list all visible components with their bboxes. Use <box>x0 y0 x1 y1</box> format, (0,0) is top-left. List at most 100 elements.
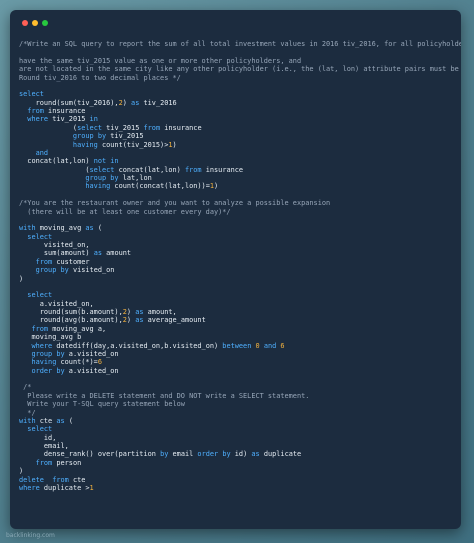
code-text: concat(lat,lon) <box>114 165 185 174</box>
code-line: /*You are the restaurant owner and you w… <box>19 199 455 207</box>
code-text: amount, <box>143 308 177 316</box>
code-keyword: from <box>143 123 161 132</box>
code-line: order by a.visited_on <box>19 367 455 375</box>
code-line: /* <box>19 383 455 391</box>
code-line: sum(amount) as amount <box>19 249 455 257</box>
code-text: ( <box>93 224 103 233</box>
code-text: customer <box>52 257 90 266</box>
code-number: 6 <box>97 358 102 367</box>
code-line: where duplicate >1 <box>19 484 455 492</box>
code-line: round(avg(b.amount),2) as average_amount <box>19 316 455 324</box>
code-text: insurance <box>160 123 202 132</box>
code-keyword: as <box>135 316 144 325</box>
code-keyword: from <box>19 107 44 115</box>
code-keyword: having <box>19 140 98 149</box>
code-line: (select tiv_2015 from insurance <box>19 124 455 132</box>
code-line: with moving_avg as ( <box>19 224 455 232</box>
code-line: from customer <box>19 258 455 266</box>
close-window-button[interactable] <box>22 20 28 26</box>
code-text: ) <box>172 140 177 149</box>
code-text: concat(lat,lon) <box>19 157 94 166</box>
code-keyword: with <box>19 224 36 233</box>
code-text: a.visited_on, <box>19 299 94 308</box>
code-keyword: group by <box>19 349 65 358</box>
code-line: (select concat(lat,lon) from insurance <box>19 166 455 174</box>
code-keyword: select <box>19 291 53 300</box>
code-keyword: group by <box>19 266 69 275</box>
code-line: having count(*)=6 <box>19 358 455 366</box>
code-text: ( <box>19 165 90 174</box>
code-line: round(sum(b.amount),2) as amount, <box>19 308 455 316</box>
maximize-window-button[interactable] <box>42 20 48 26</box>
code-text: round(sum(b.amount), <box>19 308 123 316</box>
code-text: amount <box>102 249 132 258</box>
code-keyword: between <box>222 341 252 350</box>
code-keyword: having <box>19 358 57 367</box>
code-text: datediff(day,a.visited_on,b.visited_on) <box>52 341 223 350</box>
code-comment: are not located in the same city like an… <box>19 65 461 74</box>
code-line: select <box>19 233 455 241</box>
minimize-window-button[interactable] <box>32 20 38 26</box>
code-text: insurance <box>43 107 86 115</box>
code-keyword: not in <box>93 157 119 166</box>
code-line: where tiv_2015 in <box>19 115 455 123</box>
code-keyword: select <box>19 425 53 434</box>
code-line: round(sum(tiv_2016),2) as tiv_2016 <box>19 99 455 107</box>
code-number: 1 <box>89 483 94 492</box>
code-comment: Round tiv_2016 to two decimal places */ <box>19 73 181 82</box>
code-text: email, <box>19 442 69 450</box>
code-text: a.visited_on <box>64 349 119 358</box>
code-text: insurance <box>201 165 244 174</box>
code-line: are not located in the same city like an… <box>19 65 459 73</box>
code-text: tiv_2015 <box>102 123 144 132</box>
code-keyword: from <box>19 324 49 333</box>
code-line: from insurance <box>19 107 455 115</box>
code-line: concat(lat,lon) not in <box>19 157 455 165</box>
code-text: id, <box>19 433 57 442</box>
code-text: id) <box>230 450 252 459</box>
code-window: /*Write an SQL query to report the sum o… <box>10 10 461 529</box>
code-comment: Please write a DELETE statement and DO N… <box>19 391 310 400</box>
code-line: dense_rank() over(partition by email ord… <box>19 450 455 458</box>
code-keyword: and <box>19 148 49 157</box>
code-keyword: order by <box>197 450 231 459</box>
code-line: a.visited_on, <box>19 300 455 308</box>
code-text: email <box>168 450 198 459</box>
code-keyword: select <box>77 123 102 132</box>
code-text: moving_avg a, <box>48 324 107 333</box>
code-line: select <box>19 90 455 98</box>
code-text: person <box>52 458 82 467</box>
code-line: visited_on, <box>19 241 455 249</box>
code-text: a.visited_on <box>64 366 119 375</box>
code-text: ) <box>19 467 24 476</box>
code-keyword: from <box>52 475 69 484</box>
code-keyword: from <box>184 165 202 174</box>
code-comment: (there will be at least one customer eve… <box>19 207 231 216</box>
code-line: with cte as ( <box>19 417 455 425</box>
code-line: ) <box>19 275 455 283</box>
code-text: moving_avg <box>35 224 86 233</box>
code-keyword: order by <box>19 366 65 375</box>
code-line: select <box>19 425 455 433</box>
code-line: id, <box>19 434 455 442</box>
code-line: group by a.visited_on <box>19 350 455 358</box>
code-line: and <box>19 149 455 157</box>
code-text: visited_on, <box>19 241 90 249</box>
code-line: having count(tiv_2015)>1) <box>19 141 455 149</box>
code-text: count(tiv_2015)> <box>97 140 169 149</box>
code-keyword: having <box>19 182 111 191</box>
code-text: round(sum(tiv_2016), <box>19 98 119 107</box>
code-keyword: from <box>19 257 53 266</box>
code-text: ) <box>126 316 136 325</box>
code-line: from person <box>19 459 455 467</box>
code-text: count(concat(lat,lon))= <box>110 182 210 191</box>
code-line: /*Write an SQL query to report the sum o… <box>19 40 461 48</box>
code-text: count(*)= <box>56 358 98 367</box>
code-text: duplicate > <box>39 483 90 492</box>
code-comment: have the same tiv_2015 value as one or m… <box>19 56 302 65</box>
code-keyword: as <box>251 450 260 459</box>
code-line: (there will be at least one customer eve… <box>19 208 455 216</box>
